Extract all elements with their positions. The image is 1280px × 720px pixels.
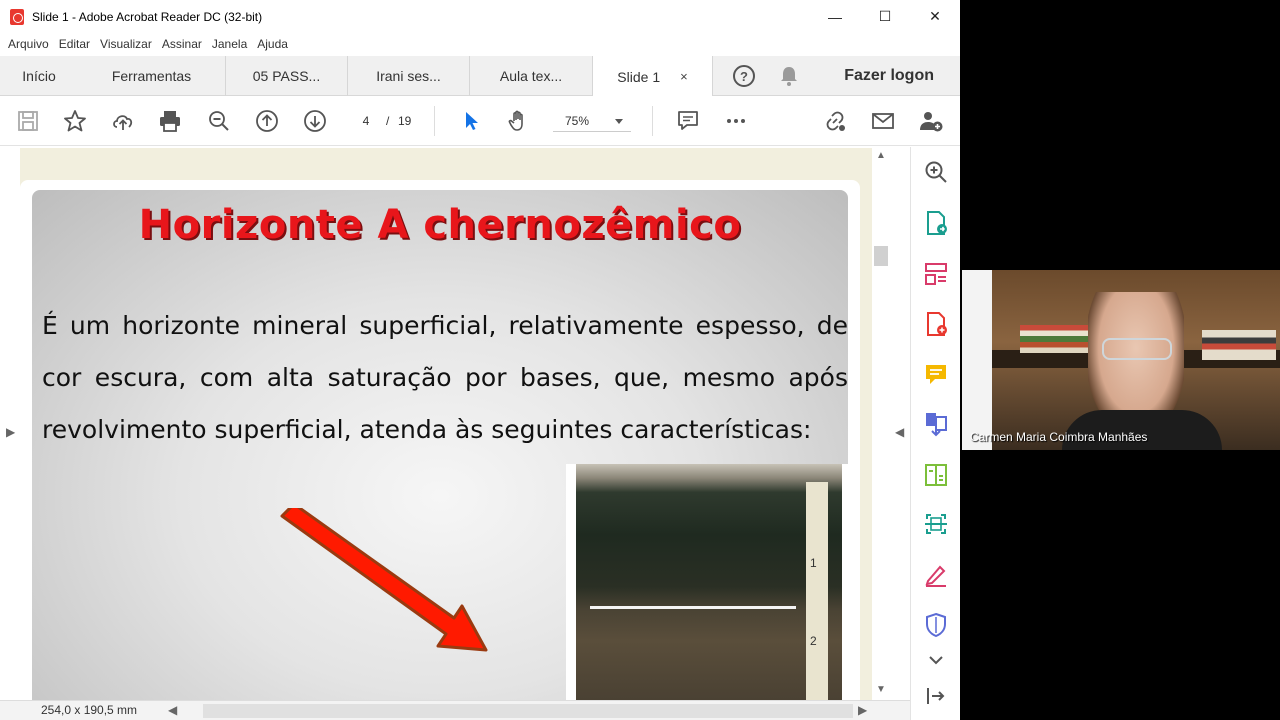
horizon-boundary-line [590,606,796,609]
tab-bar: Início Ferramentas 05 PASS... Irani ses.… [0,56,960,97]
add-user-icon[interactable] [918,108,944,134]
vertical-scrollbar[interactable]: ▲ ▼ [872,148,890,700]
tab-05-pass[interactable]: 05 PASS... [226,56,348,96]
close-button[interactable]: ✕ [910,0,960,33]
zoom-out-icon[interactable] [206,108,232,134]
page-up-icon[interactable] [254,108,280,134]
books-right [1202,330,1276,360]
tab-slide-1[interactable]: Slide 1 × [592,56,713,97]
scroll-thumb[interactable] [874,246,888,266]
red-arrow-icon [280,508,488,652]
participant-name: Carmen Maria Coimbra Manhães [970,430,1148,444]
tab-label: Slide 1 [617,68,661,85]
save-icon[interactable] [15,108,41,134]
soil-profile-image: 1 2 [576,464,842,700]
collapse-panel-icon[interactable] [923,683,949,709]
menu-assinar[interactable]: Assinar [162,37,202,51]
window-title: Slide 1 - Adobe Acrobat Reader DC (32-bi… [32,9,263,24]
window-controls: — ☐ ✕ [810,0,960,33]
books-left [1020,325,1090,353]
page-down-icon[interactable] [302,108,328,134]
combine-files-icon[interactable] [923,411,949,437]
more-icon[interactable] [723,108,749,134]
toolbar-divider [652,106,653,136]
toolbar-divider [434,106,435,136]
scroll-up-icon[interactable]: ▲ [876,150,886,161]
slide-page: Horizonte A chernozêmico É um horizonte … [32,190,848,700]
acrobat-logo-icon [10,8,24,25]
link-icon[interactable] [822,108,848,134]
export-pdf-icon[interactable] [923,210,949,236]
mail-icon[interactable] [870,108,896,134]
select-cursor-icon[interactable] [458,108,484,134]
acrobat-window: Slide 1 - Adobe Acrobat Reader DC (32-bi… [0,0,960,720]
menu-janela[interactable]: Janela [212,37,247,51]
print-icon[interactable] [157,108,183,134]
tab-label: Ferramentas [111,68,192,84]
tab-aula[interactable]: Aula tex... [470,56,592,96]
menu-arquivo[interactable]: Arquivo [8,37,49,51]
tab-irani[interactable]: Irani ses... [348,56,470,96]
page-number-input[interactable]: 4 [350,110,382,132]
fill-sign-icon[interactable] [923,562,949,588]
left-panel-toggle-icon[interactable]: ▶ [6,425,15,439]
scroll-right-icon[interactable]: ▶ [858,703,867,717]
zoom-value: 75% [565,114,590,128]
glasses [1102,338,1172,360]
star-icon[interactable] [62,108,88,134]
scan-pdf-icon[interactable] [923,511,949,537]
tab-label: 05 PASS... [252,68,321,84]
zoom-in-icon[interactable] [923,159,949,185]
ruler-mark: 1 [810,556,817,570]
soil-profile-photo: 1 2 [566,464,848,700]
menu-bar: Arquivo Editar Visualizar Assinar Janela… [0,33,960,55]
tab-ferramentas[interactable]: Ferramentas [78,56,226,96]
tab-inicio[interactable]: Início [0,56,78,96]
page-separator: / [386,114,390,128]
minimize-button[interactable]: — [810,0,860,33]
scroll-left-icon[interactable]: ◀ [168,703,177,717]
title-bar: Slide 1 - Adobe Acrobat Reader DC (32-bi… [0,0,960,33]
hand-icon[interactable] [505,108,531,134]
menu-ajuda[interactable]: Ajuda [257,37,288,51]
scroll-down-icon[interactable]: ▼ [876,684,886,695]
page-total: 19 [398,114,412,128]
page-size-label: 254,0 x 190,5 mm [41,703,138,717]
help-icon[interactable]: ? [733,65,755,87]
menu-visualizar[interactable]: Visualizar [100,37,152,51]
zoom-select[interactable]: 75% [553,110,631,132]
slide-title: Horizonte A chernozêmico [138,202,742,248]
comment-icon[interactable] [675,108,701,134]
logon-button[interactable]: Fazer logon [844,56,934,96]
tab-close-icon[interactable]: × [680,69,688,84]
comment-tool-icon[interactable] [923,362,949,388]
slide-body-text: É um horizonte mineral superficial, rela… [42,311,848,444]
tab-label: Início [22,68,56,84]
bell-icon[interactable] [780,66,798,86]
organize-pages-icon[interactable] [923,261,949,287]
tab-label: Irani ses... [376,68,441,84]
menu-editar[interactable]: Editar [59,37,90,51]
tab-label: Aula tex... [499,68,563,84]
edit-pdf-icon[interactable] [923,462,949,488]
maximize-button[interactable]: ☐ [860,0,910,33]
chevron-down-icon[interactable] [923,648,949,665]
measuring-ruler: 1 2 [806,482,828,700]
ruler-mark: 2 [810,634,817,648]
right-panel-collapse-icon[interactable]: ◀ [895,425,904,439]
horizontal-scroll-thumb[interactable] [203,704,853,718]
upload-icon[interactable] [110,108,136,134]
participant-video-tile [962,270,1280,450]
create-pdf-icon[interactable] [923,311,949,337]
chevron-down-icon [615,119,623,124]
protect-icon[interactable] [923,612,949,638]
wall-panel [962,270,992,450]
